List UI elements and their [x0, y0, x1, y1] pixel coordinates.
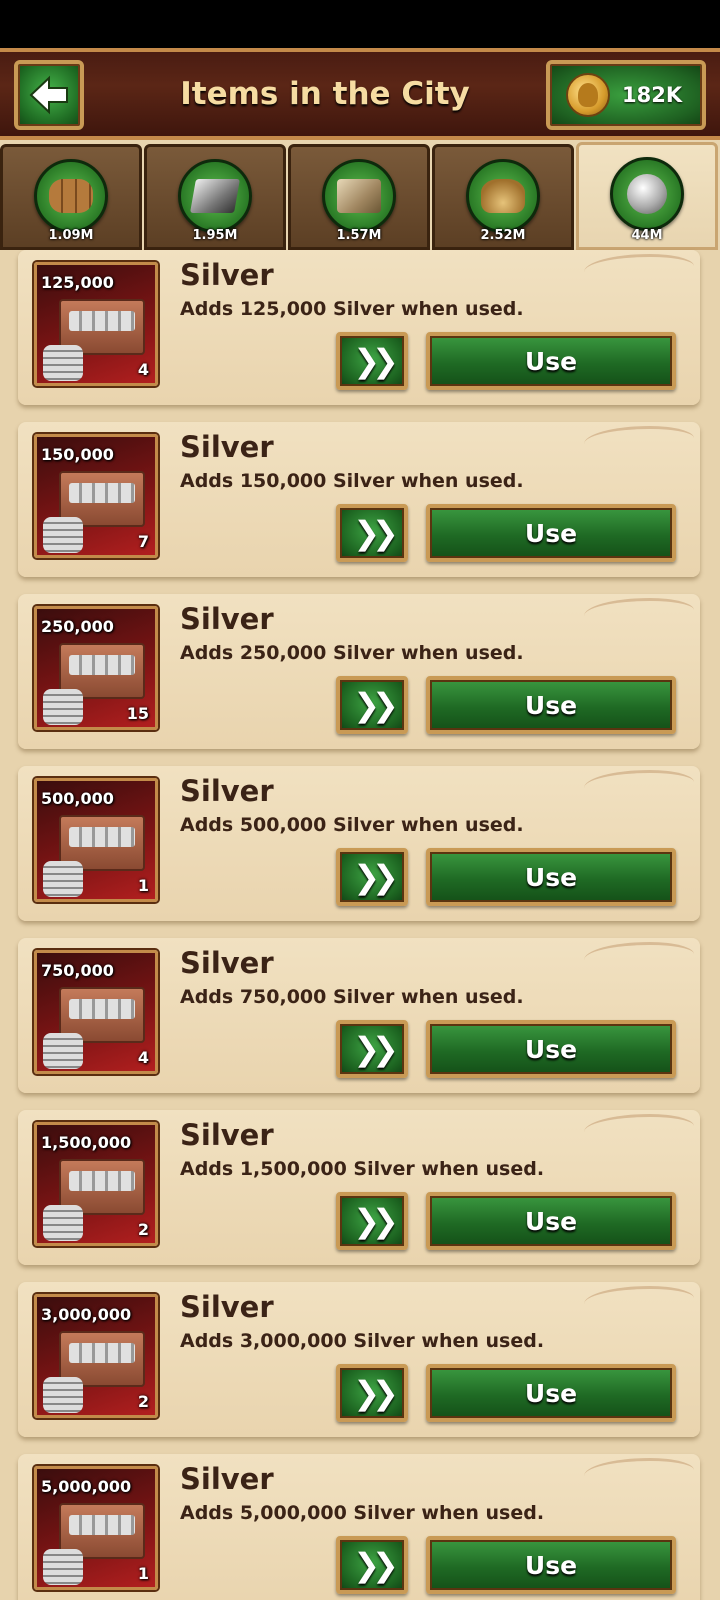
item-amount: 1,500,000	[41, 1133, 132, 1152]
use-button[interactable]: Use	[426, 1364, 676, 1422]
item-name: Silver	[180, 258, 274, 292]
use-multiple-button[interactable]: ❯❯	[336, 1192, 408, 1250]
use-button[interactable]: Use	[426, 848, 676, 906]
list-item: 250,000 15 Silver Adds 250,000 Silver wh…	[18, 594, 700, 749]
silver-chest-icon: 5,000,000 1	[34, 1466, 158, 1590]
list-item: 5,000,000 1 Silver Adds 5,000,000 Silver…	[18, 1454, 700, 1600]
silver-chest-icon: 3,000,000 2	[34, 1294, 158, 1418]
tab-iron[interactable]: 1.95M	[144, 144, 286, 250]
item-description: Adds 5,000,000 Silver when used.	[180, 1502, 545, 1524]
tab-wood[interactable]: 1.09M	[0, 144, 142, 250]
item-description: Adds 1,500,000 Silver when used.	[180, 1158, 545, 1180]
item-amount: 250,000	[41, 617, 114, 636]
item-name: Silver	[180, 430, 274, 464]
wood-icon	[34, 159, 108, 233]
silver-chest-icon: 150,000 7	[34, 434, 158, 558]
decorative-flourish	[584, 598, 694, 628]
item-name: Silver	[180, 1290, 274, 1324]
grain-sacks-icon	[466, 159, 540, 233]
silver-chest-icon: 250,000 15	[34, 606, 158, 730]
use-multiple-button[interactable]: ❯❯	[336, 1364, 408, 1422]
decorative-flourish	[584, 1286, 694, 1316]
tab-count: 1.09M	[48, 228, 94, 243]
use-button[interactable]: Use	[426, 1192, 676, 1250]
item-description: Adds 250,000 Silver when used.	[180, 642, 524, 664]
list-item: 125,000 4 Silver Adds 125,000 Silver whe…	[18, 250, 700, 405]
gold-coin-icon	[566, 73, 610, 117]
silver-coins-icon	[610, 157, 684, 231]
list-item: 1,500,000 2 Silver Adds 1,500,000 Silver…	[18, 1110, 700, 1265]
decorative-flourish	[584, 942, 694, 972]
list-item: 3,000,000 2 Silver Adds 3,000,000 Silver…	[18, 1282, 700, 1437]
decorative-flourish	[584, 426, 694, 456]
item-amount: 750,000	[41, 961, 114, 980]
use-button[interactable]: Use	[426, 676, 676, 734]
item-name: Silver	[180, 1462, 274, 1496]
stone-block-icon	[322, 159, 396, 233]
item-description: Adds 3,000,000 Silver when used.	[180, 1330, 545, 1352]
tab-count: 1.95M	[192, 228, 238, 243]
use-button[interactable]: Use	[426, 1536, 676, 1594]
item-description: Adds 150,000 Silver when used.	[180, 470, 524, 492]
use-multiple-button[interactable]: ❯❯	[336, 1536, 408, 1594]
item-amount: 500,000	[41, 789, 114, 808]
silver-chest-icon: 500,000 1	[34, 778, 158, 902]
page-title: Items in the City	[180, 76, 470, 112]
silver-chest-icon: 1,500,000 2	[34, 1122, 158, 1246]
back-arrow-icon	[29, 75, 68, 115]
list-item: 500,000 1 Silver Adds 500,000 Silver whe…	[18, 766, 700, 921]
use-multiple-button[interactable]: ❯❯	[336, 1020, 408, 1078]
silver-chest-icon: 125,000 4	[34, 262, 158, 386]
item-amount: 5,000,000	[41, 1477, 132, 1496]
item-amount: 150,000	[41, 445, 114, 464]
tab-food[interactable]: 2.52M	[432, 144, 574, 250]
list-item: 150,000 7 Silver Adds 150,000 Silver whe…	[18, 422, 700, 577]
item-description: Adds 500,000 Silver when used.	[180, 814, 524, 836]
status-bar	[0, 0, 720, 48]
tab-count: 2.52M	[480, 228, 526, 243]
item-quantity: 15	[126, 704, 149, 723]
item-description: Adds 125,000 Silver when used.	[180, 298, 524, 320]
item-quantity: 4	[137, 1048, 149, 1067]
item-name: Silver	[180, 774, 274, 808]
tab-count: 1.57M	[336, 228, 382, 243]
decorative-flourish	[584, 770, 694, 800]
decorative-flourish	[584, 1114, 694, 1144]
item-quantity: 2	[137, 1220, 149, 1239]
item-quantity: 1	[137, 1564, 149, 1583]
item-name: Silver	[180, 946, 274, 980]
use-multiple-button[interactable]: ❯❯	[336, 676, 408, 734]
item-quantity: 2	[137, 1392, 149, 1411]
item-description: Adds 750,000 Silver when used.	[180, 986, 524, 1008]
use-multiple-button[interactable]: ❯❯	[336, 848, 408, 906]
decorative-flourish	[584, 254, 694, 284]
gold-value: 182K	[622, 83, 683, 107]
use-multiple-button[interactable]: ❯❯	[336, 504, 408, 562]
item-list: 125,000 4 Silver Adds 125,000 Silver whe…	[0, 250, 720, 1600]
resource-tabs: 1.09M 1.95M 1.57M 2.52M 44M	[0, 140, 720, 250]
tab-count: 44M	[631, 228, 663, 243]
item-quantity: 7	[137, 532, 149, 551]
use-multiple-button[interactable]: ❯❯	[336, 332, 408, 390]
use-button[interactable]: Use	[426, 1020, 676, 1078]
silver-chest-icon: 750,000 4	[34, 950, 158, 1074]
back-button[interactable]	[14, 60, 84, 130]
item-name: Silver	[180, 602, 274, 636]
item-name: Silver	[180, 1118, 274, 1152]
header-bar: Items in the City 182K	[0, 48, 720, 140]
gold-balance[interactable]: 182K	[546, 60, 706, 130]
item-quantity: 1	[137, 876, 149, 895]
decorative-flourish	[584, 1458, 694, 1488]
item-amount: 3,000,000	[41, 1305, 132, 1324]
tab-stone[interactable]: 1.57M	[288, 144, 430, 250]
item-amount: 125,000	[41, 273, 114, 292]
tab-silver[interactable]: 44M	[576, 142, 718, 250]
item-quantity: 4	[137, 360, 149, 379]
use-button[interactable]: Use	[426, 504, 676, 562]
use-button[interactable]: Use	[426, 332, 676, 390]
iron-ingot-icon	[178, 159, 252, 233]
list-item: 750,000 4 Silver Adds 750,000 Silver whe…	[18, 938, 700, 1093]
